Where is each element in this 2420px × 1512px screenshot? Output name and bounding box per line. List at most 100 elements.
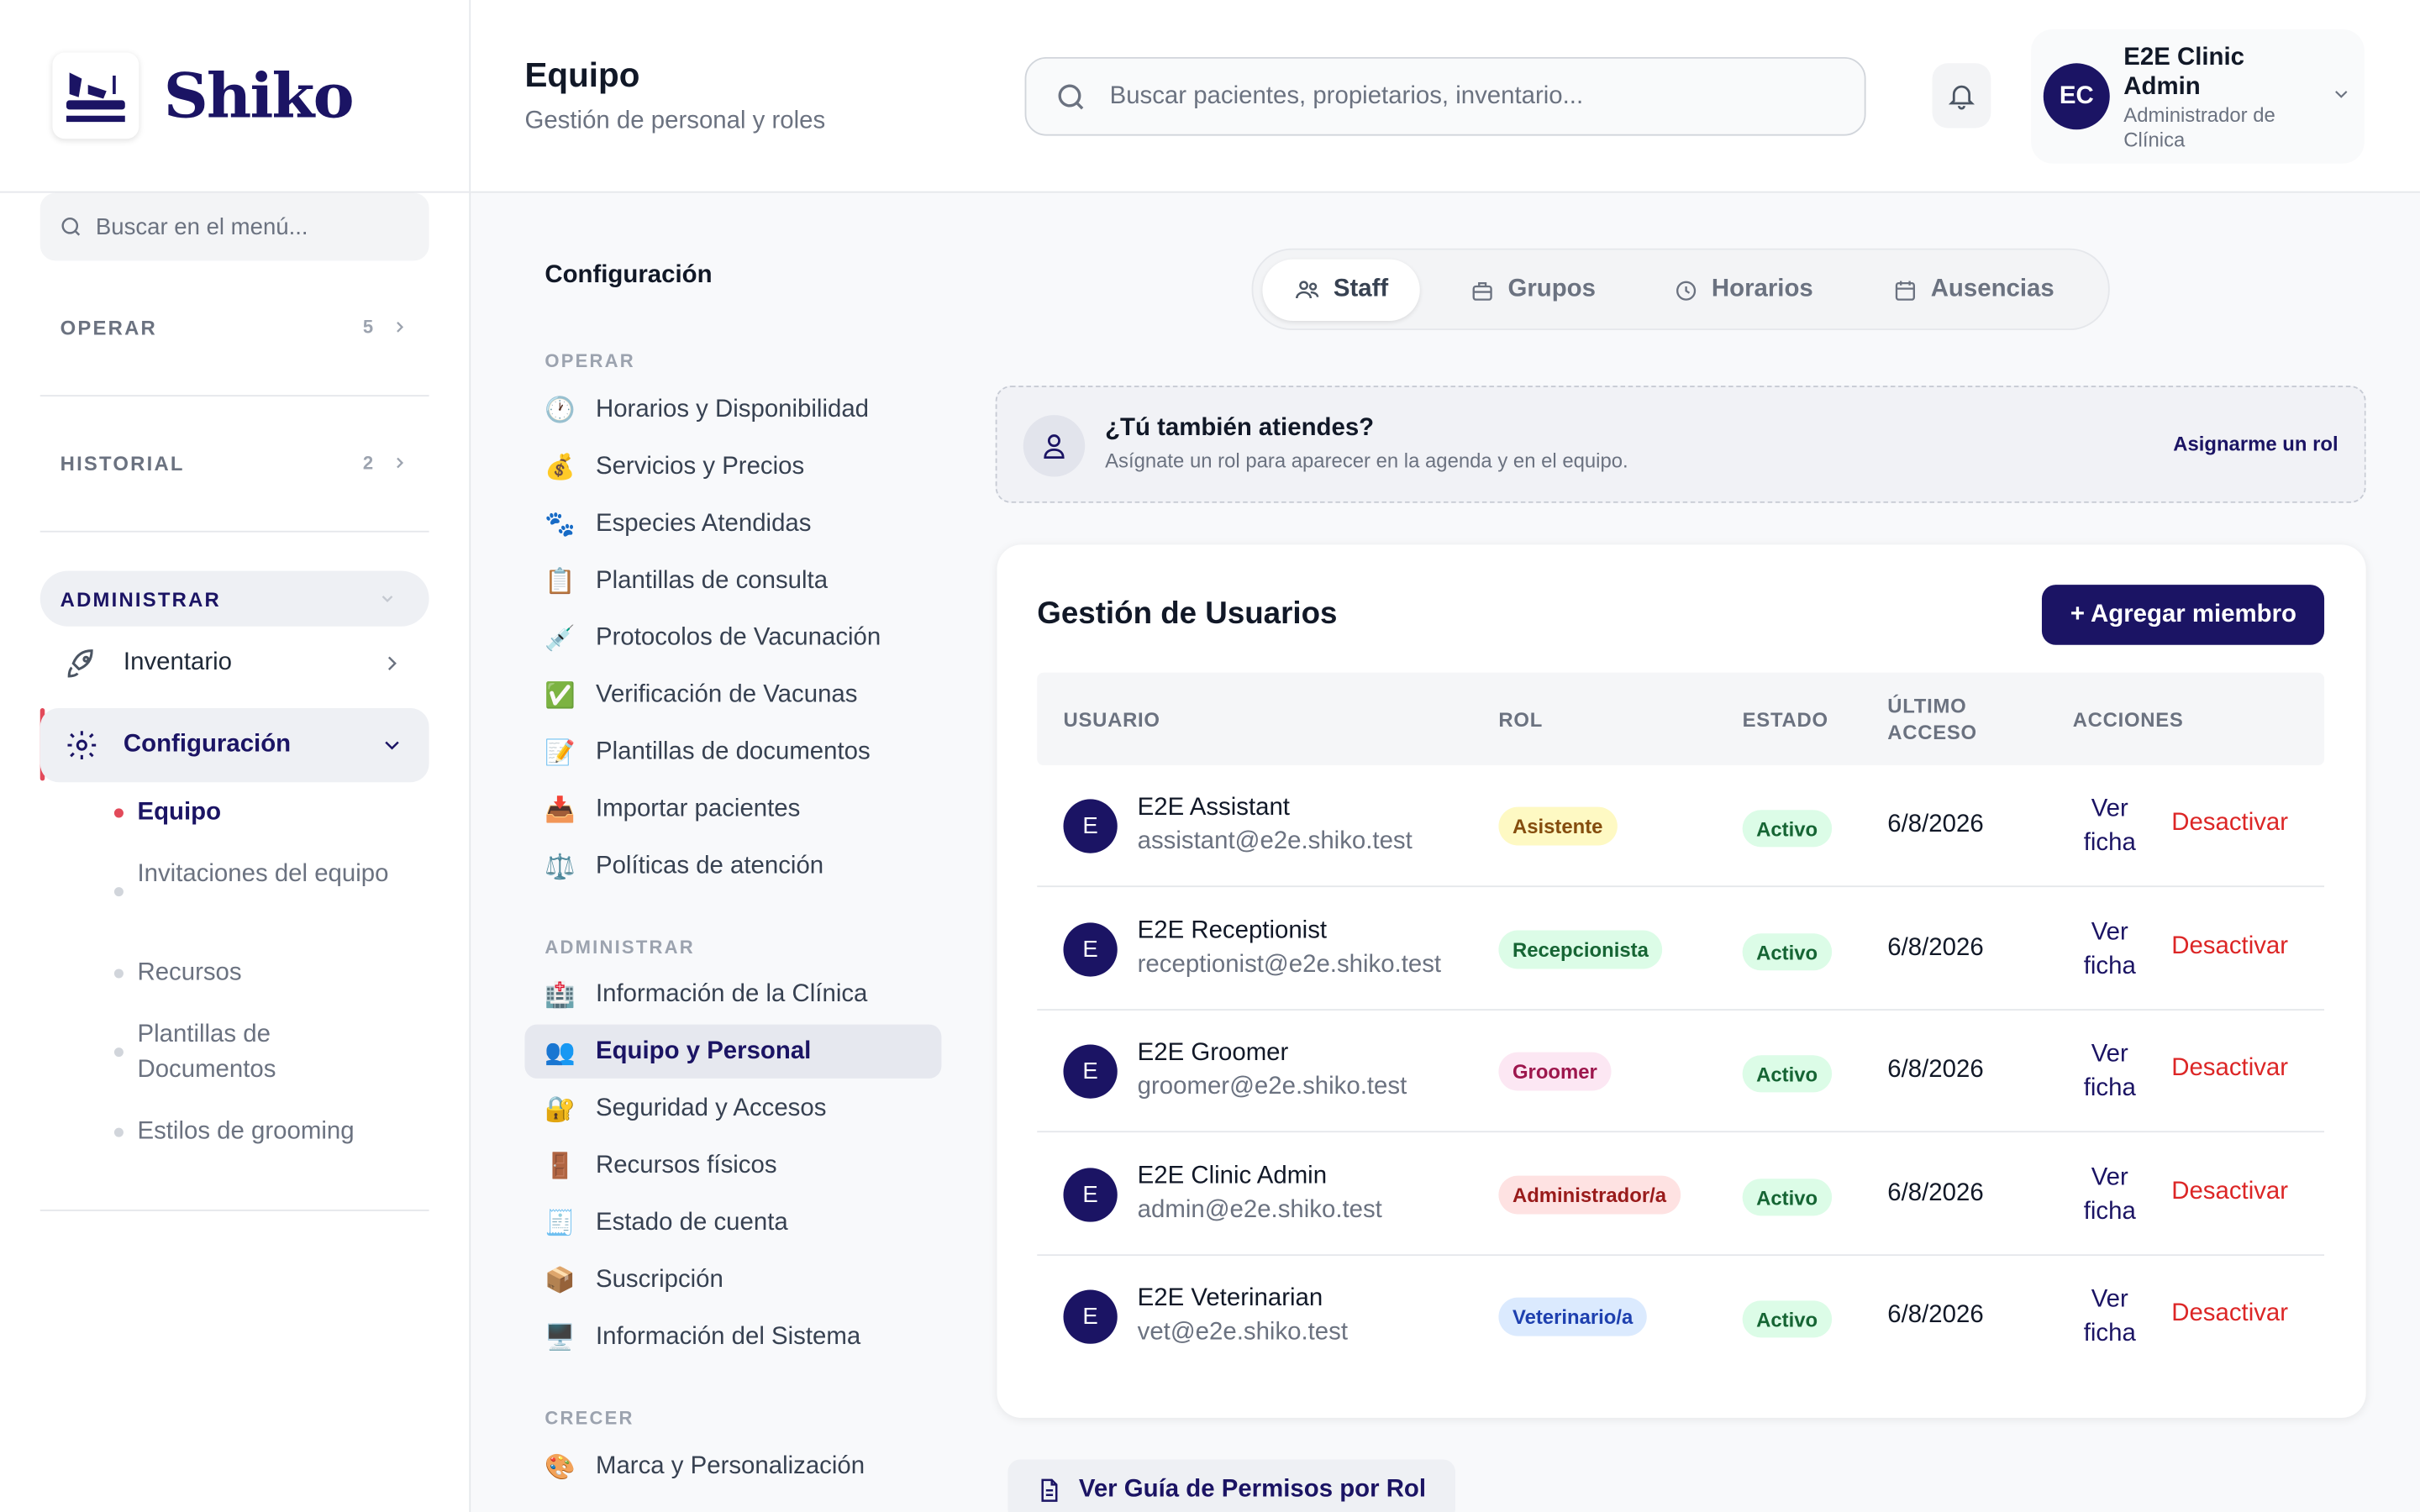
config-item-suscripcion[interactable]: 📦 Suscripción xyxy=(524,1252,941,1306)
lock-icon: 🔐 xyxy=(544,1094,576,1124)
config-item-servicios[interactable]: 💰 Servicios y Precios xyxy=(524,439,941,493)
table-row: E E2E Assistant assistant@e2e.shiko.test… xyxy=(1037,765,2325,888)
sidebar-section-administrar[interactable]: ADMINISTRAR xyxy=(39,570,429,627)
role-badge: Groomer xyxy=(1498,1052,1612,1091)
page-subtitle: Gestión de personal y roles xyxy=(524,108,826,134)
door-icon: 🚪 xyxy=(544,1151,576,1181)
user-name: E2E Veterinarian xyxy=(1137,1284,1323,1312)
sidebar-section-historial[interactable]: HISTORIAL 2 xyxy=(40,432,429,493)
sidebar-subitem-equipo[interactable]: Equipo xyxy=(113,795,408,830)
status-badge: Activo xyxy=(1742,1300,1832,1338)
user-email: groomer@e2e.shiko.test xyxy=(1137,1074,1407,1100)
view-profile-link[interactable]: Ver ficha xyxy=(2075,1162,2144,1230)
deactivate-link[interactable]: Desactivar xyxy=(2171,1179,2288,1206)
clock-icon: 🕐 xyxy=(544,395,576,425)
subitem-label: Invitaciones del equipo xyxy=(137,860,389,888)
bell-icon xyxy=(1948,85,1975,110)
assign-role-notice: ¿Tú también atiendes? Asígnate un rol pa… xyxy=(995,386,2366,503)
config-item-verificacion[interactable]: ✅ Verificación de Vacunas xyxy=(524,668,941,722)
deactivate-link[interactable]: Desactivar xyxy=(2171,1300,2288,1328)
status-badge: Activo xyxy=(1742,1179,1832,1216)
tab-label: Grupos xyxy=(1507,276,1596,302)
config-section-label: OPERAR xyxy=(544,349,635,372)
config-item-importar[interactable]: 📥 Importar pacientes xyxy=(524,782,941,836)
status-badge: Activo xyxy=(1742,1055,1832,1093)
column-header: ROL xyxy=(1498,707,1544,731)
user-email: receptionist@e2e.shiko.test xyxy=(1137,952,1442,979)
config-item-label: Información de la Clínica xyxy=(595,980,868,1007)
tab-grupos[interactable]: Grupos xyxy=(1439,260,1627,321)
config-item-seguridad[interactable]: 🔐 Seguridad y Accesos xyxy=(524,1082,941,1136)
tab-label: Horarios xyxy=(1711,276,1813,302)
view-profile-link[interactable]: Ver ficha xyxy=(2075,1038,2144,1106)
tab-staff[interactable]: Staff xyxy=(1262,259,1419,322)
deactivate-link[interactable]: Desactivar xyxy=(2171,810,2288,837)
logo-icon[interactable] xyxy=(52,52,139,139)
avatar: E xyxy=(1063,1044,1118,1099)
config-item-label: Plantillas de documentos xyxy=(595,738,871,765)
config-item-especies[interactable]: 🐾 Especies Atendidas xyxy=(524,496,941,550)
config-item-clinica[interactable]: 🏥 Información de la Clínica xyxy=(524,968,941,1021)
search-icon xyxy=(1058,83,1084,109)
table-row: E E2E Receptionist receptionist@e2e.shik… xyxy=(1037,889,2325,1011)
tab-horarios[interactable]: Horarios xyxy=(1642,260,1844,321)
sidebar-subitem-plantillas[interactable]: Plantillas de Documentos xyxy=(113,1016,408,1087)
view-profile-link[interactable]: Ver ficha xyxy=(2075,793,2144,861)
column-header: ESTADO xyxy=(1742,707,1828,731)
config-item-label: Horarios y Disponibilidad xyxy=(595,396,870,423)
view-profile-link[interactable]: Ver ficha xyxy=(2075,1284,2144,1352)
user-menu[interactable]: EC E2E Clinic Admin Administrador de Clí… xyxy=(2031,29,2365,164)
menu-search-input[interactable]: Buscar en el menú... xyxy=(39,192,429,261)
global-search-input[interactable]: Buscar pacientes, propietarios, inventar… xyxy=(1024,56,1866,136)
config-item-horarios[interactable]: 🕐 Horarios y Disponibilidad xyxy=(524,383,941,437)
notifications-button[interactable] xyxy=(1932,63,1991,129)
people-icon: 👥 xyxy=(544,1037,576,1067)
table-header: USUARIO ROL ESTADO ÚLTIMO ACCESO ACCIONE… xyxy=(1037,672,2325,766)
config-item-equipo[interactable]: 👥 Equipo y Personal xyxy=(524,1024,942,1079)
calendar-icon xyxy=(1895,280,1915,300)
view-profile-link[interactable]: Ver ficha xyxy=(2075,916,2144,984)
user-email: admin@e2e.shiko.test xyxy=(1137,1197,1382,1224)
chevron-down-icon xyxy=(381,596,393,603)
user-name: E2E Clinic Admin xyxy=(1137,1163,1328,1190)
avatar: EC xyxy=(2043,63,2110,130)
table-row: E E2E Veterinarian vet@e2e.shiko.test Ve… xyxy=(1037,1256,2324,1378)
bullet-dot xyxy=(113,1047,124,1058)
config-item-plantillas-docs[interactable]: 📝 Plantillas de documentos xyxy=(524,725,941,779)
config-item-politicas[interactable]: ⚖️ Políticas de atención xyxy=(524,839,941,893)
config-item-label: Políticas de atención xyxy=(595,852,824,879)
config-item-label: Seguridad y Accesos xyxy=(595,1095,827,1121)
section-label: HISTORIAL xyxy=(60,451,185,475)
role-badge: Recepcionista xyxy=(1498,930,1663,969)
guide-label: Ver Guía de Permisos por Rol xyxy=(1078,1476,1427,1503)
tab-ausencias[interactable]: Ausencias xyxy=(1861,260,2085,321)
config-item-estado-cuenta[interactable]: 🧾 Estado de cuenta xyxy=(524,1195,941,1249)
divider xyxy=(39,395,429,397)
config-item-marca[interactable]: 🎨 Marca y Personalización xyxy=(524,1440,941,1494)
scales-icon: ⚖️ xyxy=(544,851,576,881)
assign-role-link[interactable]: Asignarme un rol xyxy=(2173,432,2338,455)
config-item-sistema[interactable]: 🖥️ Información del Sistema xyxy=(524,1310,941,1363)
deactivate-link[interactable]: Desactivar xyxy=(2171,933,2288,961)
chevron-right-icon xyxy=(387,656,397,670)
check-icon: ✅ xyxy=(544,680,576,710)
deactivate-link[interactable]: Desactivar xyxy=(2171,1055,2288,1083)
sidebar-item-configuracion[interactable]: Configuración xyxy=(39,708,429,783)
sidebar-subitem-recursos[interactable]: Recursos xyxy=(113,955,408,990)
sidebar-item-inventario[interactable]: Inventario xyxy=(40,627,429,701)
add-member-button[interactable]: + Agregar miembro xyxy=(2042,585,2325,645)
permissions-guide-button[interactable]: Ver Guía de Permisos por Rol xyxy=(1007,1459,1456,1512)
last-access: 6/8/2026 xyxy=(1887,1057,1984,1084)
sidebar-section-operar[interactable]: OPERAR 5 xyxy=(40,297,429,358)
config-item-protocolos[interactable]: 💉 Protocolos de Vacunación xyxy=(524,611,941,664)
last-access: 6/8/2026 xyxy=(1887,811,1984,838)
config-section-label: CRECER xyxy=(544,1407,634,1429)
config-item-recursos[interactable]: 🚪 Recursos físicos xyxy=(524,1138,941,1192)
inbox-icon: 📥 xyxy=(544,794,576,824)
table-row: E E2E Clinic Admin admin@e2e.shiko.test … xyxy=(1037,1134,2325,1257)
package-icon: 📦 xyxy=(544,1265,576,1294)
sidebar-subitem-invitaciones[interactable]: Invitaciones del equipo xyxy=(113,856,408,897)
status-badge: Activo xyxy=(1742,810,1832,848)
config-item-plantillas-consulta[interactable]: 📋 Plantillas de consulta xyxy=(524,554,941,607)
sidebar-subitem-grooming[interactable]: Estilos de grooming xyxy=(113,1114,408,1149)
